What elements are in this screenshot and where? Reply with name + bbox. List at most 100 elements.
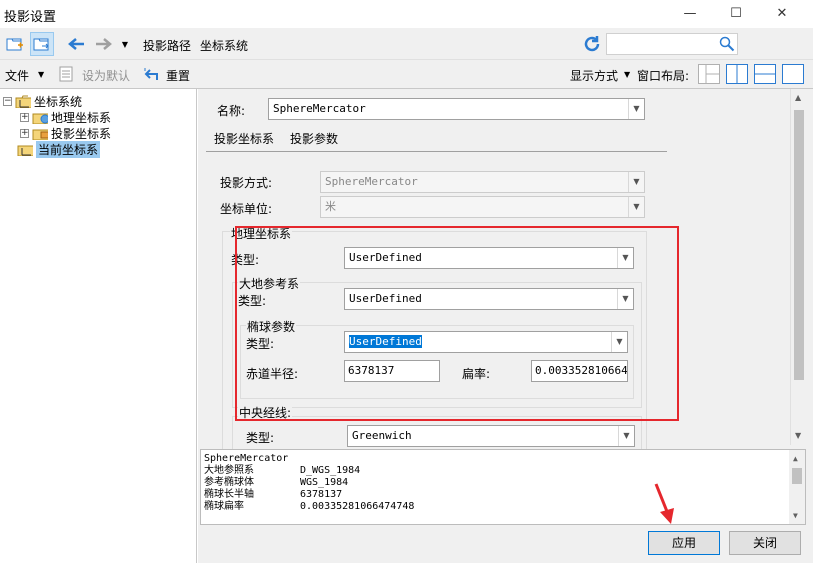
datum-type-value: UserDefined [349,292,422,305]
scrollbar-thumb[interactable] [792,468,802,484]
geo-type-value: UserDefined [349,251,422,264]
info-row: 大地参照系 D_WGS_1984 [204,465,802,477]
close-button[interactable]: 关闭 [729,531,801,555]
search-input[interactable] [606,33,738,55]
path-value[interactable]: 坐标系统 [200,37,248,54]
arrow-right-icon [96,38,112,50]
projection-method-combobox[interactable]: SphereMercator ▼ [320,171,645,193]
scroll-down-icon[interactable]: ▼ [795,431,801,440]
back-button[interactable] [64,32,88,56]
tree-item-label: 地理坐标系 [51,110,112,125]
expand-icon[interactable]: + [20,128,29,138]
scrollbar-thumb[interactable] [794,110,804,380]
tree-item-current[interactable]: 当前坐标系 [17,140,101,158]
equatorial-radius-input[interactable]: 6378137 [344,360,440,382]
globe-folder-icon [32,113,48,124]
layout-horizontal-icon [755,73,775,75]
datum-type-combobox[interactable]: UserDefined ▼ [344,288,634,310]
info-row: 椭球扁率 0.00335281066474748 [204,501,802,513]
info-key: 大地参照系 [204,465,254,476]
geographic-cs-group-title: 地理坐标系 [230,225,293,242]
set-default-icon [59,66,73,82]
chevron-down-icon[interactable]: ▼ [628,197,644,217]
geo-type-label: 类型: [231,253,260,267]
tree-item-label: 投影坐标系 [51,126,112,141]
apply-button[interactable]: 应用 [648,531,720,555]
window-title: 投影设置 [4,10,57,25]
datum-group-title: 大地参考系 [238,275,301,292]
info-key: 椭球长半轴 [204,489,254,500]
meridian-type-combobox[interactable]: Greenwich ▼ [347,425,635,447]
display-mode-menu[interactable]: 显示方式 [570,67,618,84]
dialog-buttons: 应用 关闭 [198,526,813,563]
expand-icon[interactable]: + [20,112,29,122]
maximize-button[interactable]: ☐ [713,0,759,28]
search-icon [719,36,735,52]
reset-button[interactable]: 重置 [166,67,190,84]
minimize-button[interactable]: — [667,0,713,28]
chevron-down-icon[interactable]: ▼ [628,172,644,192]
arrow-left-icon [68,38,84,50]
collapse-icon[interactable]: − [3,96,12,106]
info-title: SphereMercator [204,453,289,464]
layout-vertical-button[interactable] [726,64,748,84]
ellipsoid-type-combobox[interactable]: UserDefined ▼ [344,331,628,353]
title-bar: 投影设置 — ☐ ✕ [0,0,813,28]
flattening-input[interactable]: 0.0033528106647474 [531,360,628,382]
layout-vertical-icon [736,65,738,83]
chevron-down-icon[interactable]: ▼ [617,248,633,268]
layout-grid-icon [705,65,719,83]
ellipsoid-type-value: UserDefined [349,335,422,348]
chevron-down-icon[interactable]: ▼ [611,332,627,352]
info-key: 参考椭球体 [204,477,254,488]
new-folder-icon [6,38,23,51]
tree-item-geographic[interactable]: + 地理坐标系 [20,109,111,125]
chevron-down-icon[interactable]: ▼ [618,426,634,446]
history-dropdown[interactable]: ▼ [118,32,132,56]
equatorial-radius-label: 赤道半径: [246,367,299,381]
geo-type-combobox[interactable]: UserDefined ▼ [344,247,634,269]
info-panel: SphereMercator 大地参照系 D_WGS_1984 参考椭球体 WGS_… [200,449,806,525]
coordinate-system-tree: − 坐标系统 + 地理坐标系 + 投影坐标系 当前坐标系 [0,89,197,563]
layout-grid-button[interactable] [698,64,720,84]
tree-item-root[interactable]: − 坐标系统 [3,93,82,109]
meridian-type-label: 类型: [246,431,275,445]
set-default-button[interactable]: 设为默认 [82,67,130,84]
tab-divider [206,151,667,152]
display-mode-chevron-icon[interactable]: ▼ [624,70,630,79]
unit-combobox[interactable]: 米 ▼ [320,196,645,218]
name-value: SphereMercator [273,102,366,115]
meridian-group-title: 中央经线: [238,404,293,421]
map-folder-icon [32,129,48,140]
coordinate-folder-icon [17,145,33,156]
ellipsoid-type-label: 类型: [246,337,275,351]
refresh-button[interactable] [580,32,604,56]
layout-horizontal-button[interactable] [754,64,776,84]
layout-single-button[interactable] [782,64,804,84]
new-folder-button[interactable] [3,32,27,56]
tree-item-label: 当前坐标系 [36,140,101,158]
import-button[interactable] [30,32,54,56]
close-window-button[interactable]: ✕ [759,0,805,28]
projection-method-value: SphereMercator [325,175,418,188]
tree-item-projected[interactable]: + 投影坐标系 [20,125,111,141]
tab-projected-cs[interactable]: 投影坐标系 [214,130,274,147]
info-scrollbar[interactable]: ▲ ▼ [789,450,805,524]
scroll-up-icon[interactable]: ▲ [793,453,798,465]
chevron-down-icon[interactable]: ▼ [628,99,644,119]
tab-projection-params[interactable]: 投影参数 [290,130,338,147]
name-combobox[interactable]: SphereMercator ▼ [268,98,645,120]
tree-item-label: 坐标系统 [34,94,83,109]
file-menu[interactable]: 文件 [5,67,29,84]
action-toolbar: 文件 ▼ 设为默认 重置 显示方式 ▼ 窗口布局: [0,60,813,89]
form-scrollbar[interactable]: ▲ ▼ [790,89,807,445]
refresh-icon [584,36,600,52]
forward-button[interactable] [92,32,116,56]
scroll-down-icon[interactable]: ▼ [793,510,798,522]
unit-value: 米 [325,200,336,213]
ellipsoid-group-title: 椭球参数 [246,318,297,335]
chevron-down-icon[interactable]: ▼ [617,289,633,309]
navigation-toolbar: ▼ 投影路径 坐标系统 [0,28,813,60]
file-menu-chevron-icon[interactable]: ▼ [38,70,44,79]
scroll-up-icon[interactable]: ▲ [795,93,801,102]
